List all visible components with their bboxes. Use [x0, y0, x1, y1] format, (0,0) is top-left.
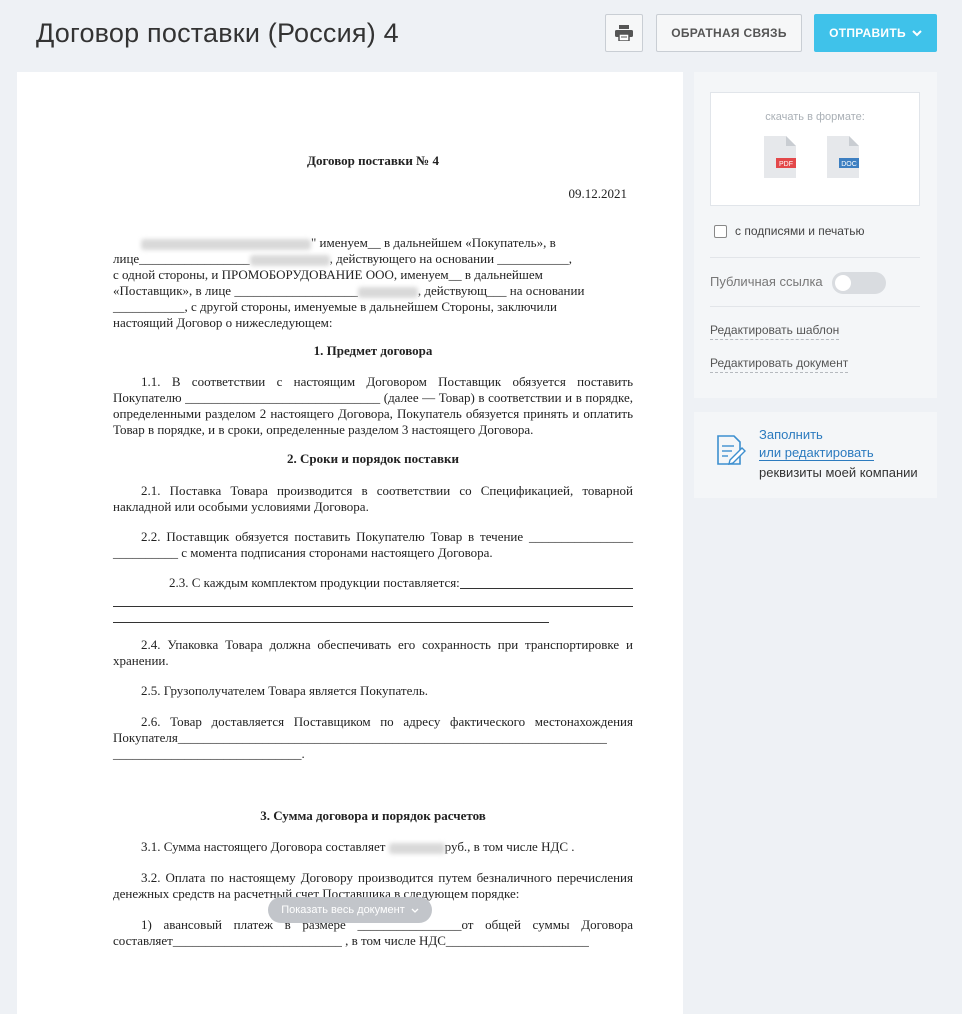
- show-full-document-button[interactable]: Показать весь документ: [268, 897, 432, 923]
- chevron-down-icon: [912, 29, 922, 36]
- redacted-representative: [249, 254, 330, 266]
- toggle-knob: [835, 275, 851, 291]
- header: Договор поставки (Россия) 4 ОБРАТНАЯ СВЯ…: [0, 0, 962, 72]
- intro-line: " именуем__ в дальнейшем «Покупатель», в: [311, 235, 556, 250]
- page-title: Договор поставки (Россия) 4: [36, 18, 399, 48]
- download-box: скачать в формате: PDF DOC: [710, 92, 920, 206]
- doc-file-icon[interactable]: DOC: [825, 136, 859, 178]
- paragraph-2-5: 2.5. Грузополучателем Товара является По…: [141, 683, 429, 698]
- public-link-label: Публичная ссылка: [710, 274, 823, 289]
- intro-line: «Поставщик», в лице ___________________: [113, 283, 358, 298]
- pdf-label: PDF: [779, 161, 793, 168]
- send-button-label: ОТПРАВИТЬ: [829, 26, 906, 40]
- company-details-panel: Заполнить или редактировать реквизиты мо…: [694, 412, 937, 498]
- section-3-heading: 3. Сумма договора и порядок расчетов: [260, 808, 486, 823]
- print-button[interactable]: [605, 14, 643, 52]
- intro-line: , действующего на основании ___________,: [329, 251, 573, 266]
- download-label: скачать в формате:: [765, 111, 865, 123]
- redacted-buyer-name: [141, 238, 311, 250]
- public-link-toggle[interactable]: [832, 272, 886, 294]
- section-2-heading: 2. Сроки и порядок поставки: [287, 451, 459, 466]
- edit-document-link[interactable]: Редактировать документ: [710, 356, 849, 373]
- fill-line: [113, 609, 549, 623]
- signatures-checkbox[interactable]: [714, 224, 727, 238]
- intro-line: лице_________________: [113, 251, 250, 266]
- send-button[interactable]: ОТПРАВИТЬ: [814, 14, 937, 52]
- intro-paragraph: " именуем__ в дальнейшем «Покупатель», в…: [113, 235, 633, 331]
- section-1-heading: 1. Предмет договора: [313, 343, 433, 358]
- edit-company-link[interactable]: или редактировать: [759, 445, 874, 461]
- redacted-amount: [388, 842, 445, 854]
- signatures-checkbox-row[interactable]: с подписями и печатью: [714, 224, 864, 238]
- paragraph-2-3-text: 2.3. С каждым комплектом продукции поста…: [169, 575, 460, 590]
- paragraph-3-1: 3.1. Сумма настоящего Договора составляе…: [113, 839, 633, 855]
- document-date: 09.12.2021: [568, 186, 628, 201]
- intro-line: , действующ___ на основании: [417, 283, 585, 298]
- intro-line: настоящий Договор о нижеследующем:: [113, 315, 333, 330]
- paragraph-3-1-text: 3.1. Сумма настоящего Договора составляе…: [141, 839, 386, 854]
- signatures-checkbox-label: с подписями и печатью: [735, 224, 865, 238]
- divider: [710, 257, 920, 258]
- fill-line: [113, 593, 633, 607]
- document-preview: Договор поставки № 4 09.12.2021 " именуе…: [17, 72, 683, 1014]
- edit-template-link[interactable]: Редактировать шаблон: [710, 323, 840, 340]
- edit-document-icon: [717, 435, 746, 465]
- chevron-down-icon: [411, 908, 419, 913]
- paragraph-2-3: 2.3. С каждым комплектом продукции поста…: [113, 575, 633, 623]
- fill-company-link[interactable]: Заполнить: [759, 427, 823, 442]
- intro-line: ___________, с другой стороны, именуемые…: [113, 299, 557, 314]
- intro-line: с одной стороны, и ПРОМОБОРУДОВАНИЕ ООО,…: [113, 267, 543, 282]
- divider: [710, 306, 920, 307]
- paragraph-3-1-text: руб., в том числе НДС .: [444, 839, 575, 854]
- show-full-document-label: Показать весь документ: [281, 904, 405, 916]
- doc-label: DOC: [841, 161, 857, 168]
- actions-panel: скачать в формате: PDF DOC с подписями и…: [694, 72, 937, 398]
- paragraph-1-1: 1.1. В соответствии с настоящим Договоро…: [113, 374, 633, 437]
- document-title: Договор поставки № 4: [307, 153, 439, 168]
- company-details-text: реквизиты моей компании: [759, 465, 918, 480]
- paragraph-2-1: 2.1. Поставка Товара производится в соот…: [113, 483, 633, 514]
- paragraph-2-6: 2.6. Товар доставляется Поставщиком по а…: [113, 714, 633, 761]
- redacted-supplier-representative: [357, 286, 418, 298]
- paragraph-2-4: 2.4. Упаковка Товара должна обеспечивать…: [113, 637, 633, 668]
- paragraph-2-2: 2.2. Поставщик обязуется поставить Покуп…: [113, 529, 633, 560]
- pdf-file-icon[interactable]: PDF: [762, 136, 796, 178]
- printer-icon: [615, 25, 633, 41]
- fill-line: [459, 575, 633, 589]
- feedback-button[interactable]: ОБРАТНАЯ СВЯЗЬ: [656, 14, 802, 52]
